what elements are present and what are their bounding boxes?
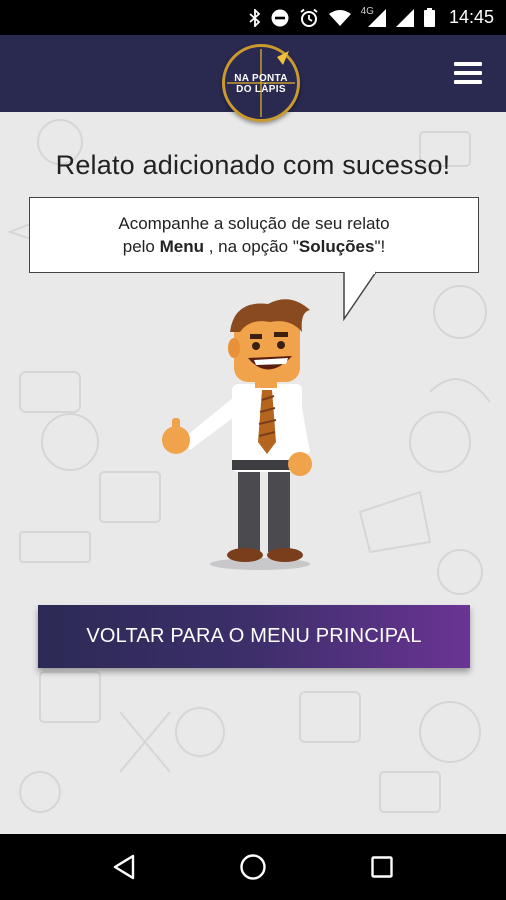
logo-text: NA PONTA DO LÁPIS: [225, 73, 297, 95]
hamburger-menu-icon[interactable]: [454, 62, 482, 84]
speech-bubble: Acompanhe a solução de seu relato pelo M…: [29, 197, 479, 273]
wifi-icon: [328, 8, 351, 28]
bluetooth-icon: [249, 8, 261, 28]
bubble-line-2: pelo Menu , na opção "Soluções"!: [123, 235, 386, 258]
speech-bubble-tail: [343, 271, 377, 322]
bubble-menu-word: Menu: [159, 237, 204, 256]
network-type-label: 4G: [360, 6, 374, 17]
clock: 14:45: [448, 7, 494, 27]
logo-line-2: DO LÁPIS: [236, 84, 286, 95]
cell-signal-icon: 4G: [360, 6, 386, 28]
bubble-prefix: pelo: [122, 237, 160, 256]
recents-square-icon[interactable]: [362, 847, 402, 887]
bubble-middle: , na opção ": [204, 237, 299, 256]
app-logo[interactable]: NA PONTA DO LÁPIS: [222, 44, 300, 122]
home-circle-icon[interactable]: [233, 847, 273, 887]
battery-icon: [423, 8, 435, 28]
bubble-suffix: "!: [374, 237, 386, 256]
logo-line-1: NA PONTA: [234, 73, 288, 84]
alarm-icon: [299, 8, 319, 28]
cell-signal-icon-2: [395, 8, 414, 28]
character-illustration: [162, 299, 312, 570]
bubble-line-1: Acompanhe a solução de seu relato: [118, 214, 390, 233]
status-bar: 4G 14:45: [0, 0, 506, 35]
page-title: Relato adicionado com sucesso!: [55, 150, 451, 180]
do-not-disturb-icon: [271, 8, 289, 28]
system-nav-bar: [0, 834, 506, 900]
back-to-main-menu-button[interactable]: VOLTAR PARA O MENU PRINCIPAL: [38, 605, 470, 668]
back-triangle-icon[interactable]: [104, 847, 144, 887]
bubble-solutions-word: Soluções: [298, 237, 375, 256]
